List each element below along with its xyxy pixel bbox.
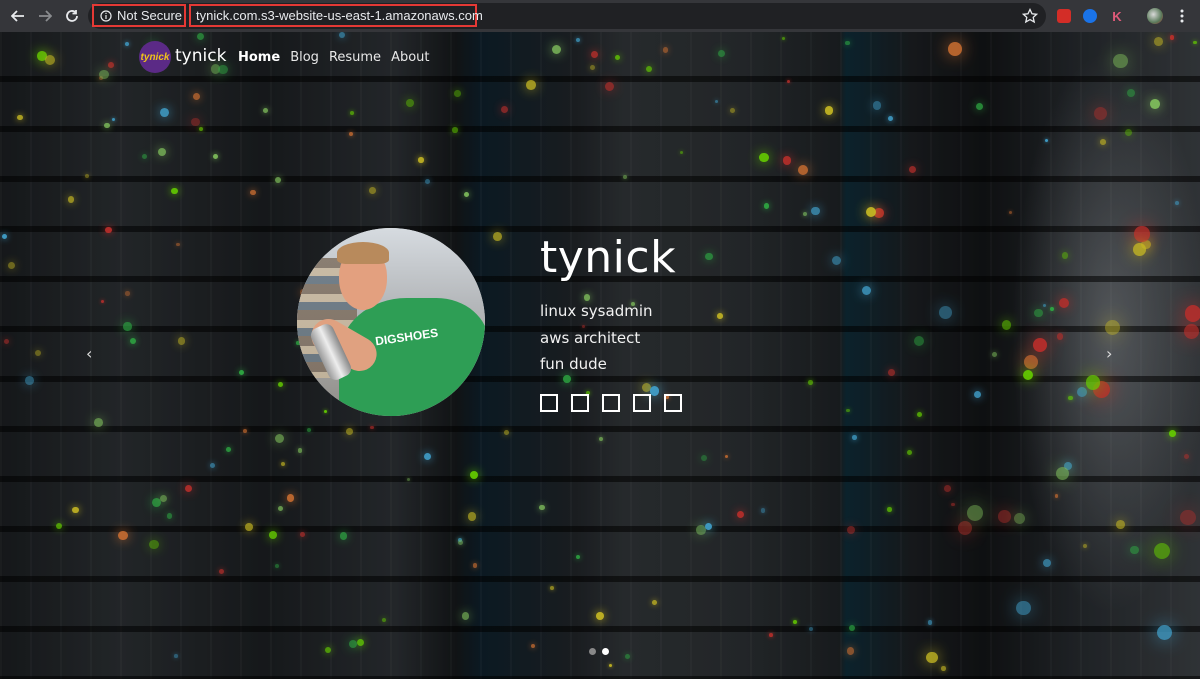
social-link-1-icon[interactable]: [540, 394, 558, 412]
site-logo[interactable]: tynick: [139, 41, 171, 73]
security-label: Not Secure: [117, 8, 183, 23]
social-link-2-icon[interactable]: [571, 394, 589, 412]
profile-avatar-icon[interactable]: [1146, 7, 1164, 25]
hero-title: tynick: [540, 232, 677, 283]
url-field[interactable]: tynick.com.s3-website-us-east-1.amazonaw…: [189, 4, 483, 27]
tagline-line-2: aws architect: [540, 328, 641, 347]
nav-home[interactable]: Home: [238, 50, 280, 65]
kebab-menu-icon[interactable]: [1173, 7, 1191, 25]
site-brand[interactable]: tynick: [175, 46, 226, 66]
extension-share-icon[interactable]: [1081, 7, 1099, 25]
tagline-line-3: fun dude: [540, 355, 607, 373]
carousel-next-icon[interactable]: ›: [1106, 344, 1112, 363]
carousel-dot-2[interactable]: [602, 648, 609, 655]
social-link-3-icon[interactable]: [602, 394, 620, 412]
info-icon: [100, 9, 112, 22]
extension-k-icon[interactable]: K: [1108, 7, 1126, 25]
nav-blog[interactable]: Blog: [290, 50, 319, 65]
reload-icon[interactable]: [62, 6, 82, 26]
carousel-indicators: [589, 648, 609, 655]
social-link-5-icon[interactable]: [664, 394, 682, 412]
url-text: tynick.com.s3-website-us-east-1.amazonaw…: [196, 8, 483, 23]
carousel-dot-1[interactable]: [589, 648, 596, 655]
social-links: [540, 394, 682, 412]
nav-resume[interactable]: Resume: [329, 50, 381, 65]
site-nav: Home Blog Resume About: [238, 50, 430, 65]
logo-text: tynick: [140, 51, 170, 63]
carousel-prev-icon[interactable]: ‹: [86, 344, 92, 363]
extension-lastpass-icon[interactable]: [1055, 7, 1073, 25]
security-indicator[interactable]: Not Secure: [92, 4, 186, 27]
browser-toolbar: Not Secure tynick.com.s3-website-us-east…: [0, 0, 1200, 32]
tagline-line-1: linux sysadmin: [540, 302, 653, 320]
star-icon[interactable]: [1021, 7, 1039, 25]
back-arrow-icon[interactable]: [8, 6, 28, 26]
hero-tagline: linux sysadmin aws architect fun dude: [540, 298, 653, 378]
nav-about[interactable]: About: [391, 50, 429, 65]
profile-photo: DIGSHOES: [297, 228, 485, 416]
photo-hair: [337, 242, 389, 264]
social-link-4-icon[interactable]: [633, 394, 651, 412]
forward-arrow-icon[interactable]: [35, 6, 55, 26]
